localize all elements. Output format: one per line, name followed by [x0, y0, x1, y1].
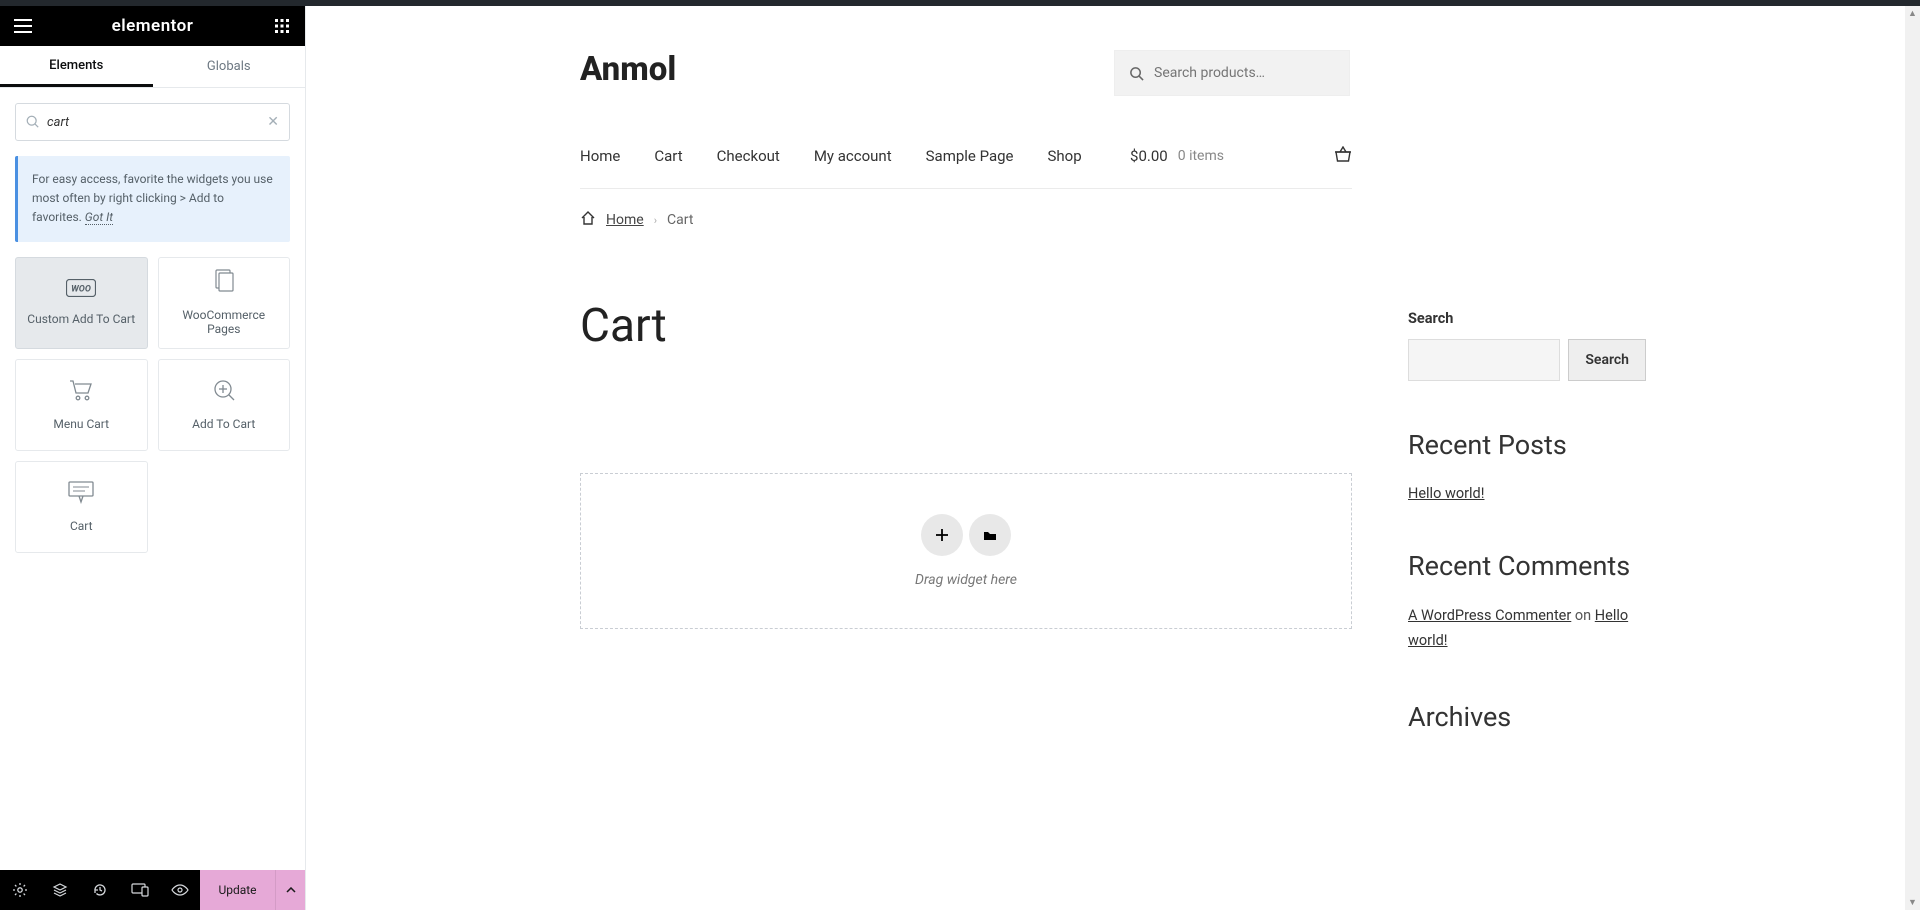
widget-label: Custom Add To Cart: [27, 312, 135, 326]
clear-search-icon[interactable]: ✕: [267, 114, 279, 130]
nav-checkout[interactable]: Checkout: [717, 147, 780, 165]
comment-author-link[interactable]: A WordPress Commenter: [1408, 607, 1571, 624]
menu-icon[interactable]: [12, 15, 34, 37]
breadcrumb-current: Cart: [667, 212, 693, 228]
widget-search: ✕: [15, 103, 290, 141]
pages-icon: [213, 269, 235, 296]
tab-elements[interactable]: Elements: [0, 46, 153, 87]
search-widget-label: Search: [1408, 310, 1646, 327]
breadcrumb-home[interactable]: Home: [606, 212, 644, 228]
recent-posts-title: Recent Posts: [1408, 429, 1646, 461]
basket-icon: [1334, 146, 1352, 166]
preview-frame: Anmol Home Cart Checkout My account: [306, 6, 1920, 910]
product-search-input[interactable]: [1154, 65, 1335, 81]
cart-total: $0.00: [1130, 147, 1168, 165]
scrollbar[interactable]: [1905, 6, 1920, 910]
recent-post-link[interactable]: Hello world!: [1408, 485, 1484, 502]
cart-icon: [68, 378, 94, 405]
product-search: [1114, 50, 1350, 96]
widget-label: Menu Cart: [53, 417, 109, 431]
recent-comment: A WordPress Commenter on Hello world!: [1408, 604, 1646, 653]
settings-icon[interactable]: [0, 870, 40, 910]
widget-woocommerce-pages[interactable]: WooCommerce Pages: [158, 257, 291, 349]
widget-label: WooCommerce Pages: [165, 308, 284, 336]
app-root: elementor Elements Globals ✕ For easy ac…: [0, 6, 1920, 910]
widget-custom-add-to-cart[interactable]: WOO Custom Add To Cart: [15, 257, 148, 349]
sidebar-search-button[interactable]: Search: [1568, 339, 1646, 381]
preview-content: Anmol Home Cart Checkout My account: [568, 6, 1658, 773]
recent-comments-title: Recent Comments: [1408, 550, 1646, 582]
breadcrumb-separator-icon: ›: [654, 214, 657, 227]
woo-icon: WOO: [66, 279, 96, 300]
navigator-icon[interactable]: [40, 870, 80, 910]
search-icon: [26, 113, 39, 132]
nav-cart[interactable]: Cart: [654, 147, 682, 165]
nav-home[interactable]: Home: [580, 147, 620, 165]
update-options-icon[interactable]: [275, 870, 305, 910]
recent-posts-widget: Recent Posts Hello world!: [1408, 429, 1646, 502]
scroll-up-icon[interactable]: ▲: [1905, 6, 1920, 21]
page-title: Cart: [580, 299, 1352, 353]
archives-title: Archives: [1408, 701, 1646, 733]
elementor-logo: elementor: [112, 16, 194, 36]
template-library-icon[interactable]: [969, 514, 1011, 556]
main-nav: Home Cart Checkout My account Sample Pag…: [580, 147, 1082, 165]
scroll-down-icon[interactable]: ▼: [1905, 895, 1920, 910]
elementor-panel: elementor Elements Globals ✕ For easy ac…: [0, 6, 306, 910]
nav-row: Home Cart Checkout My account Sample Pag…: [580, 146, 1352, 189]
widget-add-to-cart[interactable]: Add To Cart: [158, 359, 291, 451]
widget-label: Add To Cart: [192, 417, 255, 431]
nav-shop[interactable]: Shop: [1048, 147, 1082, 165]
tip-text: For easy access, favorite the widgets yo…: [32, 172, 273, 224]
widget-label: Cart: [70, 519, 93, 533]
comment-on-text: on: [1571, 607, 1594, 624]
widget-grid: WOO Custom Add To Cart WooCommerce Pages…: [15, 257, 290, 553]
archives-widget: Archives: [1408, 701, 1646, 733]
search-icon: [1129, 66, 1144, 81]
elementor-header: elementor: [0, 6, 305, 46]
elementor-dropzone[interactable]: Drag widget here: [580, 473, 1352, 629]
addcart-icon: [212, 378, 236, 405]
favorites-tip: For easy access, favorite the widgets yo…: [15, 156, 290, 242]
widget-cart[interactable]: Cart: [15, 461, 148, 553]
site-header: Anmol: [580, 50, 1352, 96]
nav-myaccount[interactable]: My account: [814, 147, 892, 165]
search-widget: Search Search: [1408, 310, 1646, 381]
widget-search-input[interactable]: [47, 115, 267, 130]
panel-footer: Update: [0, 870, 305, 910]
add-section-icon[interactable]: [921, 514, 963, 556]
recent-comments-widget: Recent Comments A WordPress Commenter on…: [1408, 550, 1646, 653]
cartpage-icon: [67, 480, 95, 507]
history-icon[interactable]: [80, 870, 120, 910]
svg-text:WOO: WOO: [71, 285, 91, 295]
widget-menu-cart[interactable]: Menu Cart: [15, 359, 148, 451]
breadcrumb: Home › Cart: [580, 211, 1352, 229]
site-title[interactable]: Anmol: [580, 50, 676, 89]
home-icon: [580, 211, 596, 229]
tip-gotit[interactable]: Got It: [85, 210, 113, 225]
dropzone-text: Drag widget here: [915, 572, 1017, 588]
panel-tabs: Elements Globals: [0, 46, 305, 88]
site-sidebar: Search Search Recent Posts Hello world! …: [1408, 310, 1646, 733]
tab-globals[interactable]: Globals: [153, 46, 306, 87]
cart-items-count: 0 items: [1178, 148, 1224, 164]
sidebar-search-input[interactable]: [1408, 339, 1560, 381]
update-button[interactable]: Update: [200, 870, 275, 910]
dropzone-actions: [921, 514, 1011, 556]
panel-body: ✕ For easy access, favorite the widgets …: [0, 88, 305, 870]
cart-summary[interactable]: $0.00 0 items: [1130, 146, 1352, 166]
nav-samplepage[interactable]: Sample Page: [926, 147, 1014, 165]
responsive-icon[interactable]: [120, 870, 160, 910]
apps-icon[interactable]: [271, 15, 293, 37]
main-column: Anmol Home Cart Checkout My account: [580, 50, 1352, 733]
preview-icon[interactable]: [160, 870, 200, 910]
